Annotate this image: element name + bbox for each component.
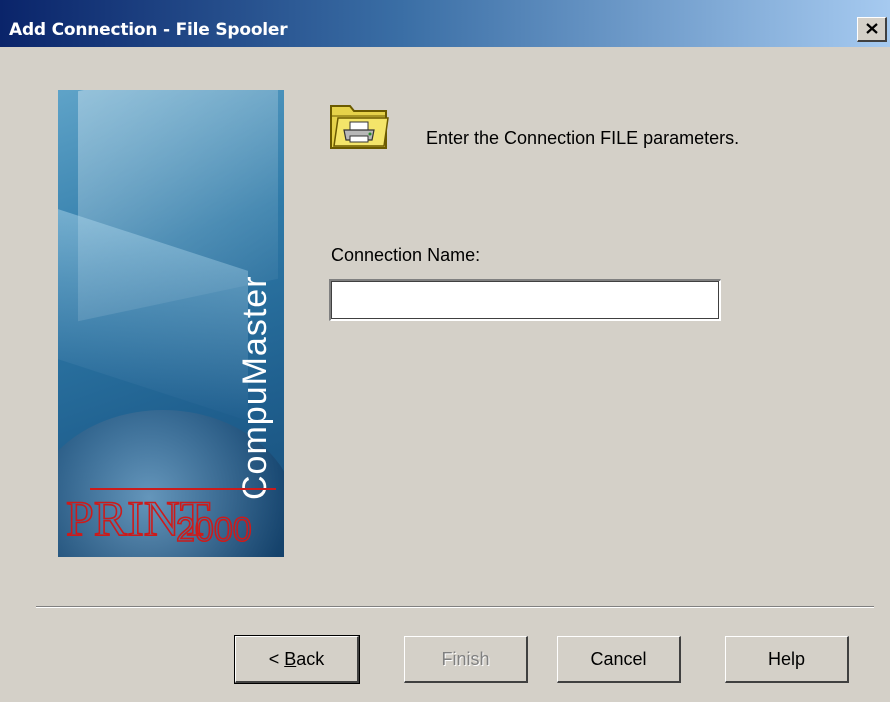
instruction-text: Enter the Connection FILE parameters. xyxy=(426,128,740,148)
add-connection-dialog: Add Connection - File Spooler CompuMaste… xyxy=(0,0,890,702)
window-title: Add Connection - File Spooler xyxy=(9,20,288,40)
folder-printer-icon xyxy=(330,105,389,149)
back-mnemonic: B xyxy=(284,648,297,669)
connection-name-input[interactable] xyxy=(329,279,721,321)
print2000-logo: PRINT 2000 xyxy=(65,488,276,545)
button-separator xyxy=(36,606,874,608)
close-icon xyxy=(866,23,878,34)
back-rest: ack xyxy=(296,648,325,669)
logo-number-text: 2000 xyxy=(176,511,252,545)
cancel-label: Cancel xyxy=(590,648,647,669)
help-label: Help xyxy=(767,648,806,669)
close-button[interactable] xyxy=(857,17,887,42)
cancel-button[interactable]: Cancel xyxy=(557,636,681,683)
finish-button[interactable]: Finish xyxy=(404,636,528,683)
connection-name-label: Connection Name: xyxy=(331,245,481,265)
title-bar[interactable]: Add Connection - File Spooler xyxy=(0,0,890,47)
brand-name: CompuMaster xyxy=(236,275,274,500)
finish-label: Finish xyxy=(441,648,490,669)
back-button[interactable]: < Back xyxy=(234,635,360,684)
compumaster-banner: CompuMaster PRINT 2000 xyxy=(58,90,284,557)
back-prefix: < xyxy=(268,648,285,669)
help-button[interactable]: Help xyxy=(725,636,849,683)
